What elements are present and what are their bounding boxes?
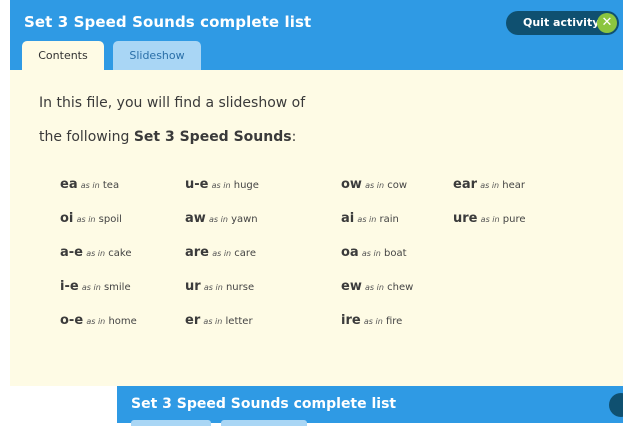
sound-grapheme: u-e: [185, 177, 209, 192]
as-in-label: as in: [211, 181, 231, 190]
sound-grapheme: a-e: [60, 245, 83, 260]
as-in-label: as in: [208, 215, 228, 224]
sound-grapheme: i-e: [60, 279, 79, 294]
sound-word: pure: [502, 214, 526, 225]
sound-item-a-e: a-e as in cake: [60, 245, 132, 260]
sound-item-ow: ow as in cow: [341, 177, 407, 192]
sound-word: smile: [103, 282, 131, 293]
sound-word: nurse: [225, 282, 255, 293]
sound-word: boat: [384, 248, 407, 259]
bottom-tab-edge: [131, 420, 211, 426]
sound-grapheme: ear: [453, 177, 478, 192]
sound-word: chew: [387, 282, 414, 293]
as-in-label: as in: [365, 181, 385, 190]
sound-grapheme: are: [185, 245, 210, 260]
as-in-label: as in: [80, 181, 100, 190]
bottom-header-bar: Set 3 Speed Sounds complete list: [117, 386, 623, 426]
sound-item-u-e: u-e as in huge: [185, 177, 259, 192]
sound-item-aw: aw as in yawn: [185, 211, 258, 226]
sound-item-are: are as in care: [185, 245, 256, 260]
sound-grapheme: ew: [341, 279, 362, 294]
sound-grapheme: ea: [60, 177, 78, 192]
as-in-label: as in: [203, 283, 223, 292]
sound-item-i-e: i-e as in smile: [60, 279, 131, 294]
sound-grapheme: ai: [341, 211, 355, 226]
sound-word: letter: [225, 316, 253, 327]
sound-word: yawn: [231, 214, 258, 225]
as-in-label: as in: [357, 215, 377, 224]
sound-word: huge: [233, 180, 259, 191]
close-icon[interactable]: ✕: [597, 13, 617, 33]
tab-contents[interactable]: Contents: [22, 41, 104, 70]
sound-grapheme: ire: [341, 313, 361, 328]
sound-item-oa: oa as in boat: [341, 245, 407, 260]
sound-grapheme: ure: [453, 211, 478, 226]
sound-word: home: [108, 316, 137, 327]
sound-word: rain: [379, 214, 399, 225]
sound-item-o-e: o-e as in home: [60, 313, 137, 328]
sound-item-oi: oi as in spoil: [60, 211, 122, 226]
sound-grapheme: ur: [185, 279, 201, 294]
intro-set-name: Set 3 Speed Sounds: [133, 129, 292, 145]
as-in-label: as in: [76, 215, 96, 224]
as-in-label: as in: [480, 181, 500, 190]
intro-prefix: the following: [39, 129, 134, 145]
bottom-tab-edge: [221, 420, 307, 426]
sound-word: cake: [108, 248, 132, 259]
sound-grapheme: ow: [341, 177, 362, 192]
intro-line-2: the following Set 3 Speed Sounds:: [39, 129, 296, 145]
sound-item-ai: ai as in rain: [341, 211, 399, 226]
sound-word: spoil: [98, 214, 122, 225]
sound-item-ire: ire as in fire: [341, 313, 402, 328]
sound-item-er: er as in letter: [185, 313, 253, 328]
sound-word: cow: [387, 180, 408, 191]
activity-frame: Set 3 Speed Sounds complete list Quit ac…: [10, 0, 623, 386]
as-in-label: as in: [86, 249, 106, 258]
bottom-quit-button-edge[interactable]: [609, 393, 623, 417]
quit-activity-label: Quit activity: [523, 16, 600, 29]
as-in-label: as in: [363, 317, 383, 326]
sound-grapheme: aw: [185, 211, 206, 226]
sound-word: tea: [102, 180, 120, 191]
as-in-label: as in: [361, 249, 381, 258]
page-title: Set 3 Speed Sounds complete list: [24, 13, 312, 31]
as-in-label: as in: [365, 283, 384, 292]
sound-word: hear: [502, 180, 526, 191]
intro-line-1: In this file, you will find a slideshow …: [39, 95, 306, 111]
as-in-label: as in: [86, 317, 106, 326]
header-bar: Set 3 Speed Sounds complete list Quit ac…: [10, 0, 623, 70]
sound-item-ure: ure as in pure: [453, 211, 526, 226]
sound-grapheme: oa: [341, 245, 359, 260]
sound-word: care: [234, 248, 256, 259]
sound-item-ew: ew as in chew: [341, 279, 413, 294]
as-in-label: as in: [212, 249, 232, 258]
sound-grapheme: er: [185, 313, 201, 328]
as-in-label: as in: [81, 283, 101, 292]
intro-suffix: :: [291, 129, 297, 145]
sound-item-ea: ea as in tea: [60, 177, 119, 192]
sound-grapheme: oi: [60, 211, 74, 226]
sound-item-ear: ear as in hear: [453, 177, 525, 192]
bottom-page-title: Set 3 Speed Sounds complete list: [131, 396, 397, 412]
sound-grapheme: o-e: [60, 313, 84, 328]
sound-word: fire: [385, 316, 403, 327]
as-in-label: as in: [480, 215, 500, 224]
bottom-left-blank: [0, 386, 117, 423]
tab-slideshow[interactable]: Slideshow: [113, 41, 201, 70]
as-in-label: as in: [203, 317, 223, 326]
sound-item-ur: ur as in nurse: [185, 279, 254, 294]
quit-activity-button[interactable]: Quit activity ✕: [506, 11, 619, 35]
